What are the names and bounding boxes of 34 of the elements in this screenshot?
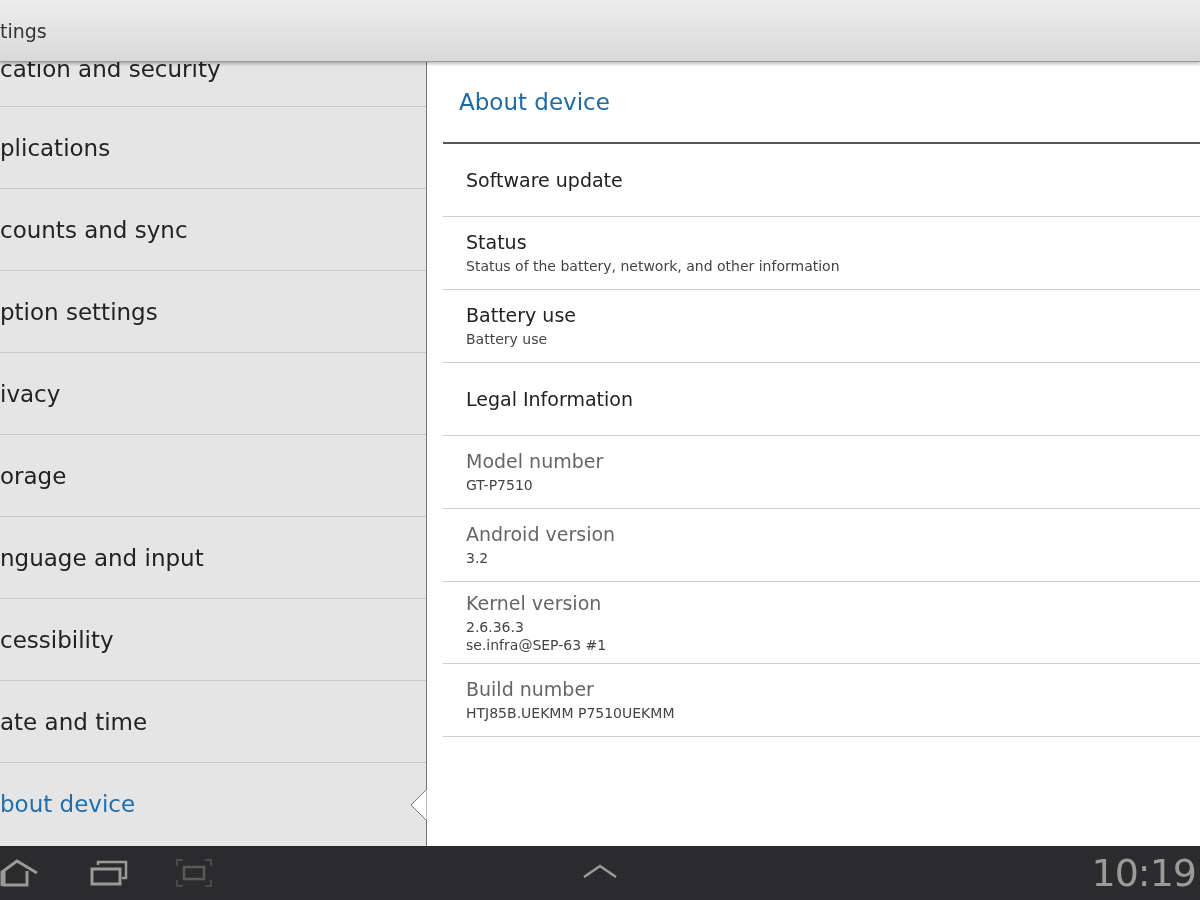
settings-category[interactable]: orage <box>0 435 426 517</box>
settings-category[interactable]: cation and security <box>0 62 426 107</box>
row-summary: 3.2 <box>466 549 489 567</box>
home-icon[interactable] <box>0 859 38 887</box>
row-title: Kernel version <box>466 591 602 614</box>
row-summary: Status of the battery, network, and other information <box>466 257 840 275</box>
row-summary: 2.6.36.3 se.infra@SEP-63 #1 <box>466 617 607 654</box>
settings-row[interactable]: Software update <box>443 144 1200 217</box>
settings-category[interactable]: counts and sync <box>0 189 426 271</box>
row-title: Status <box>466 231 527 253</box>
row-title: Battery use <box>466 304 576 326</box>
settings-row[interactable]: Battery use Battery use <box>443 290 1200 363</box>
row-title: Model number <box>466 450 604 472</box>
row-title: Legal Information <box>466 388 633 410</box>
settings-category[interactable]: nguage and input <box>0 517 426 599</box>
settings-row[interactable]: Status Status of the battery, network, and other information <box>443 217 1200 290</box>
settings-row[interactable]: Legal Information <box>443 363 1200 436</box>
settings-category[interactable]: ivacy <box>0 353 426 435</box>
row-title: Build number <box>466 678 594 700</box>
row-summary: GT-P7510 <box>466 476 533 494</box>
clock: 10:19 <box>1091 851 1196 895</box>
row-summary: Battery use <box>466 330 548 348</box>
chevron-up-icon[interactable] <box>583 864 617 878</box>
settings-category[interactable]: cessibility <box>0 599 426 681</box>
row-title: Android version <box>466 523 616 545</box>
row-title: Software update <box>466 169 623 191</box>
section-title: About device <box>443 62 1200 144</box>
settings-category[interactable]: ption settings <box>0 271 426 353</box>
row-summary: HTJ85B.UEKMM P7510UEKMM <box>466 704 675 722</box>
settings-category[interactable]: plications <box>0 107 426 189</box>
recent-apps-icon[interactable] <box>90 860 128 886</box>
settings-category[interactable]: ate and time <box>0 681 426 763</box>
settings-category[interactable]: bout device <box>0 763 426 845</box>
screen-title: tings <box>0 19 47 42</box>
